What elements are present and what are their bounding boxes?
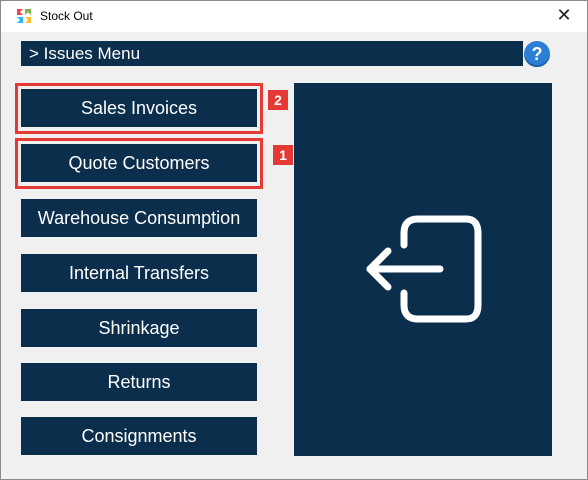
quote-customers-button[interactable]: Quote Customers (21, 144, 257, 182)
annotation-badge-2: 2 (268, 90, 288, 110)
help-icon[interactable]: ? (524, 41, 550, 67)
shrinkage-button[interactable]: Shrinkage (21, 309, 257, 347)
menu-header: > Issues Menu (21, 41, 523, 66)
warehouse-consumption-button[interactable]: Warehouse Consumption (21, 199, 257, 237)
title-bar: Stock Out ✕ (1, 1, 587, 32)
close-button[interactable]: ✕ (549, 5, 579, 29)
consignments-button[interactable]: Consignments (21, 417, 257, 455)
internal-transfers-button[interactable]: Internal Transfers (21, 254, 257, 292)
window-title: Stock Out (40, 9, 93, 23)
returns-button[interactable]: Returns (21, 363, 257, 401)
exit-arrow-icon (366, 215, 482, 323)
menu-title: > Issues Menu (29, 44, 141, 63)
stock-out-window: Stock Out ✕ > Issues Menu ? 2 1 Sales In… (0, 0, 588, 480)
exit-panel[interactable] (294, 83, 552, 456)
sales-invoices-button[interactable]: Sales Invoices (21, 89, 257, 127)
app-logo-icon (17, 9, 31, 23)
annotation-badge-1: 1 (273, 145, 293, 165)
